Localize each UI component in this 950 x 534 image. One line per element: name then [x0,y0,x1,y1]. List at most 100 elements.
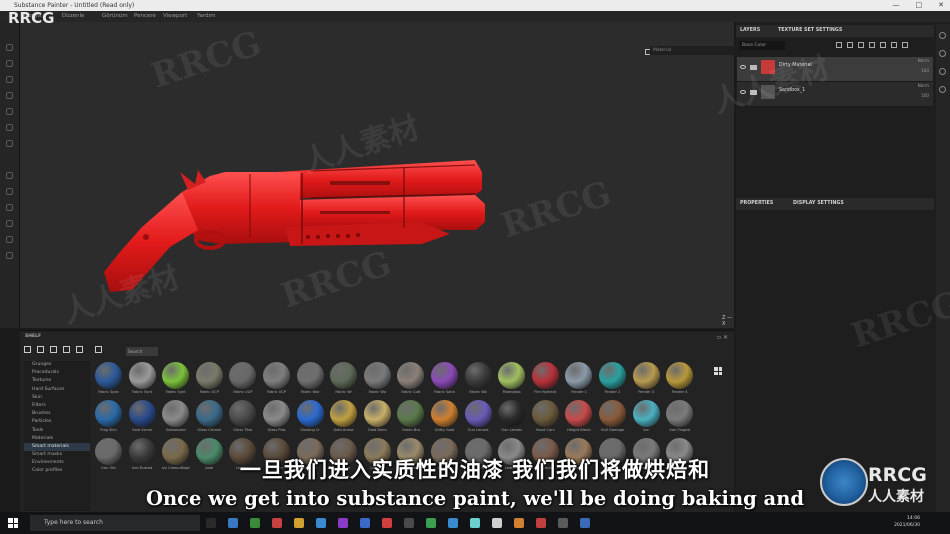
menu-window[interactable]: Pencere [134,11,156,22]
taskbar-app-icon[interactable] [338,518,348,528]
material-thumbnail[interactable]: Fender 1 [562,361,595,399]
tab-texture-set-settings[interactable]: TEXTURE SET SETTINGS [778,25,842,37]
add-paint-layer-icon[interactable] [858,42,864,48]
menu-viewport[interactable]: Viewport [163,11,187,22]
smudge-icon[interactable] [6,108,13,115]
material-thumbnail[interactable]: Fabric UCP [226,361,259,399]
taskbar-app-icon[interactable] [448,518,458,528]
shelf-search-input[interactable]: Search [126,347,158,356]
material-thumbnail[interactable]: Fabric Wr [327,361,360,399]
shelf-category-selected[interactable]: Smart materials [24,442,90,452]
material-thumbnail[interactable]: Fabric Synt [159,361,192,399]
material-thumbnail[interactable]: Gold Deco [361,399,394,437]
material-thumbnail[interactable]: Gold Armor [126,399,159,437]
shelf-category[interactable]: Hard Surfaces [24,386,90,394]
shelf-category[interactable]: Materials [24,435,90,443]
maximize-button[interactable]: □ [916,0,923,11]
layer-name[interactable]: Dirty Material [779,63,812,68]
material-thumbnail[interactable]: Hand Carv [529,399,562,437]
taskbar-app-icon[interactable] [536,518,546,528]
material-thumbnail[interactable]: Glowing Cr [294,399,327,437]
polygon-fill-icon[interactable] [6,92,13,99]
material-thumbnail[interactable]: Fabric Cott [394,361,427,399]
layers-dock-icon[interactable] [939,32,946,39]
color-picker-icon[interactable] [6,140,13,147]
material-thumbnail[interactable]: Fabric Synt [126,361,159,399]
material-thumbnail[interactable]: Ice [630,399,663,437]
properties-dock-icon[interactable] [939,68,946,75]
tab-display-settings[interactable]: DISPLAY SETTINGS [793,198,844,210]
import-icon[interactable] [50,346,57,353]
shelf-category[interactable]: Procedurals [24,369,90,377]
material-thumbnail[interactable]: Height Blend [562,399,595,437]
log-icon[interactable] [6,204,13,211]
material-thumbnail[interactable]: Fabric UCP [193,361,226,399]
material-thumbnail[interactable]: Frog Skin [92,399,125,437]
blend-mode-dropdown[interactable]: Base Color [739,41,785,50]
material-thumbnail[interactable]: Fire Hydrant [529,361,562,399]
panel-close-icon[interactable]: ▫ ✕ [717,334,728,341]
taskbar-app-icon[interactable] [404,518,414,528]
material-thumbnail[interactable]: Fender 3 [630,361,663,399]
3d-viewport[interactable]: Material Z — X [20,22,750,328]
taskbar-app-icon[interactable] [492,518,502,528]
delete-icon[interactable] [902,42,908,48]
taskbar-app-icon[interactable] [272,518,282,528]
windows-start-icon[interactable] [8,518,18,528]
settings-icon[interactable] [6,172,13,179]
eraser-icon[interactable] [6,60,13,67]
material-thumbnail[interactable]: Glass Plas [260,399,293,437]
clone-icon[interactable] [6,124,13,131]
material-thumbnail[interactable]: Fabric Wor [294,361,327,399]
layer-row[interactable]: Sandbox_1 Norm 100 [737,82,933,107]
add-fill-layer-icon[interactable] [869,42,875,48]
taskbar-search-input[interactable]: Type here to search [30,515,200,531]
tab-layers[interactable]: LAYERS [740,25,760,37]
new-item-icon[interactable] [37,346,44,353]
material-thumbnail[interactable]: Fabric Wo [361,361,394,399]
material-thumbnail[interactable]: Gritty Gold [428,399,461,437]
layer-name[interactable]: Sandbox_1 [779,88,805,93]
taskbar-app-icon[interactable] [360,518,370,528]
layer-opacity[interactable]: 100 [921,68,929,73]
shelf-category[interactable]: Textures [24,377,90,385]
layer-opacity[interactable]: 100 [921,93,929,98]
shelf-category[interactable]: Grunges [24,361,90,369]
document-icon[interactable] [6,236,13,243]
display-dock-icon[interactable] [939,86,946,93]
duplicate-icon[interactable] [891,42,897,48]
taskbar-app-icon[interactable] [514,518,524,528]
layer-row[interactable]: Dirty Material Norm 100 [737,57,933,82]
filter-icon[interactable] [95,346,102,353]
menu-view[interactable]: Görünüm [102,11,128,22]
taskbar-app-icon[interactable] [382,518,392,528]
material-thumbnail[interactable]: Fiberglass [495,361,528,399]
minimize-button[interactable]: — [893,0,900,11]
add-effect-icon[interactable] [836,42,842,48]
add-folder-icon[interactable] [880,42,886,48]
material-thumbnail[interactable]: Green Bro [394,399,427,437]
camera-icon[interactable] [6,188,13,195]
menu-help[interactable]: Yardım [197,11,216,22]
close-button[interactable]: ✕ [938,0,944,11]
mask-icon[interactable] [847,42,853,48]
material-thumbnail[interactable]: Glass Cerami [193,399,226,437]
visibility-eye-icon[interactable] [740,90,746,94]
shelf-category[interactable]: Particles [24,418,90,426]
tab-properties[interactable]: PROPERTIES [740,198,773,210]
material-thumbnail[interactable]: Fabric Spec [92,361,125,399]
visibility-eye-icon[interactable] [740,65,746,69]
grid-view-icon[interactable] [714,367,722,375]
taskbar-app-icon[interactable] [206,518,216,528]
taskbar-app-icon[interactable] [250,518,260,528]
taskbar-app-icon[interactable] [426,518,436,528]
material-thumbnail[interactable]: Fender 4 [663,361,696,399]
taskbar-app-icon[interactable] [228,518,238,528]
material-thumbnail[interactable]: Fabric Satin [428,361,461,399]
material-thumbnail[interactable]: Hull Damage [596,399,629,437]
material-thumbnail[interactable]: Iron Forged [663,399,696,437]
material-thumbnail[interactable]: Fabric UCP [260,361,293,399]
system-clock[interactable]: 14:06 2021/06/30 [894,515,920,529]
shelf-category[interactable]: Tools [24,427,90,435]
material-thumbnail[interactable]: Galvanized [159,399,192,437]
